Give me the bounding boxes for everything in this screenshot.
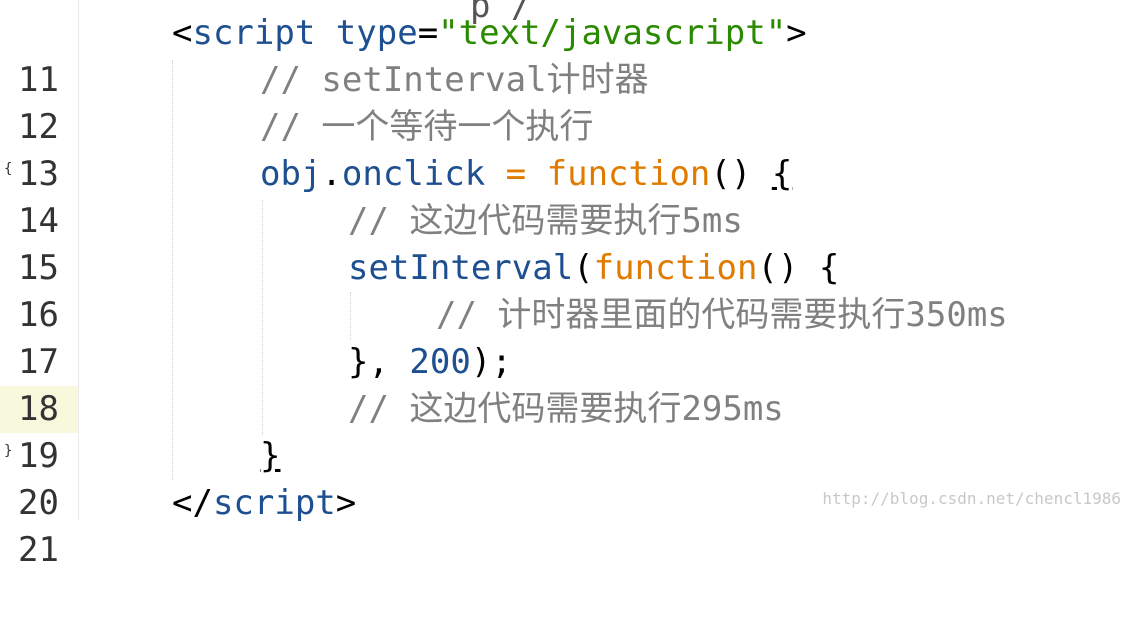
code-comment: // setInterval计时器 (260, 60, 649, 100)
line-number: 21 (18, 530, 59, 570)
code-line[interactable]: 13 // 一个等待一个执行 (0, 104, 1135, 194)
code-content: }, 200); (348, 342, 512, 382)
code-line-active[interactable]: 18 }, 200); (0, 339, 1135, 433)
watermark: http://blog.csdn.net/chencl1986 (822, 489, 1121, 508)
code-line[interactable]: 11 <script type="text/javascript"> (0, 10, 1135, 100)
code-content: obj.onclick = function() { (260, 154, 793, 194)
code-comment: // 这边代码需要执行295ms (348, 389, 784, 429)
code-line[interactable]: 15 // 这边代码需要执行5ms (0, 198, 1135, 288)
code-comment: // 一个等待一个执行 (260, 107, 594, 147)
code-line[interactable]: 16 setInterval(function() { (0, 245, 1135, 335)
code-line[interactable]: 14 { obj.onclick = function() { (0, 151, 1135, 241)
code-line[interactable]: 20 } } (0, 433, 1135, 523)
code-line[interactable]: 19 // 这边代码需要执行295ms (0, 386, 1135, 476)
code-content: <script type="text/javascript"> (172, 13, 807, 53)
code-line[interactable]: 17 // 计时器里面的代码需要执行350ms (0, 292, 1135, 382)
code-comment: // 计时器里面的代码需要执行350ms (436, 295, 1008, 335)
code-content: setInterval(function() { (348, 248, 840, 288)
matched-brace: { (771, 154, 793, 194)
code-comment: // 这边代码需要执行5ms (348, 201, 743, 241)
matched-brace: } (260, 436, 281, 476)
fold-close-icon[interactable]: } (4, 433, 12, 469)
fold-open-icon[interactable]: { (4, 151, 12, 187)
code-line[interactable]: 12 // setInterval计时器 (0, 57, 1135, 147)
